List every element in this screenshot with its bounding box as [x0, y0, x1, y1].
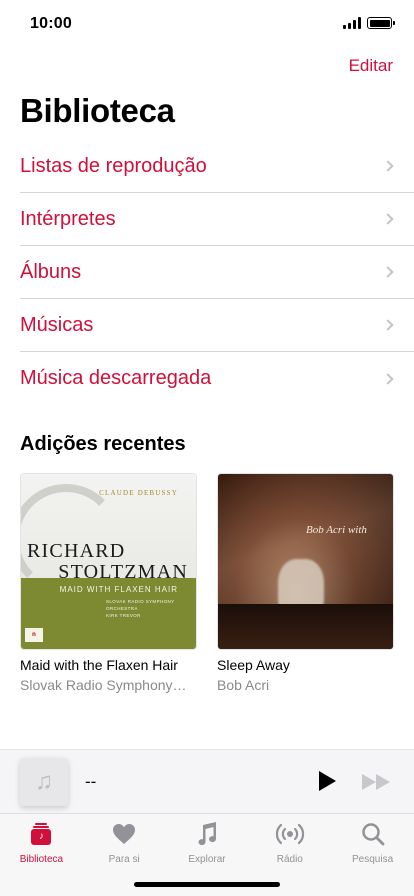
- label-logo: n: [25, 628, 43, 642]
- chevron-right-icon: [382, 213, 394, 225]
- section-title-recent: Adições recentes: [20, 433, 186, 455]
- chevron-right-icon: [382, 372, 394, 385]
- tab-label: Explorar: [188, 854, 226, 865]
- library-list: Listas de reprodução Intérpretes Álbuns …: [20, 140, 414, 405]
- library-item-playlists[interactable]: Listas de reprodução: [20, 140, 414, 193]
- cover-credits: SLOVAK RADIO SYMPHONY ORCHESTRA KIRK TRE…: [106, 598, 196, 619]
- album-card[interactable]: CLAUDE DEBUSSY RICHARD STOLTZMAN MAID WI…: [20, 473, 198, 693]
- album-card[interactable]: Bob Acri with Sleep Away Bob Acri: [217, 473, 395, 693]
- library-item-label: Intérpretes: [20, 207, 116, 230]
- library-item-songs[interactable]: Músicas: [20, 299, 414, 352]
- status-time: 10:00: [30, 15, 72, 32]
- music-note-icon: ♫: [20, 758, 68, 806]
- album-artist: Bob Acri: [217, 677, 270, 693]
- status-bar: 10:00: [0, 0, 414, 48]
- cover-composer: CLAUDE DEBUSSY: [99, 489, 178, 497]
- library-item-label: Música descarregada: [20, 367, 212, 389]
- mini-player[interactable]: ♫ --: [0, 749, 414, 813]
- page-title: Biblioteca: [20, 92, 175, 129]
- tab-label: Pesquisa: [352, 854, 394, 865]
- library-item-artists[interactable]: Intérpretes: [20, 193, 414, 246]
- cover-artist-first: RICHARD: [27, 540, 126, 562]
- heart-icon: [112, 821, 136, 847]
- tab-label: Para si: [108, 854, 140, 865]
- tab-search[interactable]: Pesquisa: [331, 814, 414, 896]
- cover-artist-last: STOLTZMAN: [58, 561, 188, 583]
- music-note-icon: [196, 821, 218, 847]
- chevron-right-icon: [382, 266, 394, 278]
- library-item-label: Listas de reprodução: [20, 154, 207, 177]
- library-item-label: Álbuns: [20, 260, 82, 283]
- play-button[interactable]: [319, 771, 336, 791]
- chevron-right-icon: [382, 319, 394, 331]
- radio-icon: [275, 821, 305, 847]
- cover-subtitle: MAID WITH FLAXEN HAIR: [59, 585, 178, 594]
- tab-library[interactable]: ♪ Biblioteca: [0, 814, 83, 896]
- home-indicator[interactable]: [134, 882, 280, 887]
- now-playing-title: --: [85, 772, 97, 791]
- chevron-right-icon: [382, 160, 394, 172]
- cover-conductor: KIRK TREVOR: [106, 613, 141, 618]
- tab-label: Biblioteca: [19, 854, 64, 865]
- search-icon: [361, 821, 385, 847]
- fast-forward-button[interactable]: [362, 774, 394, 790]
- tab-label: Rádio: [276, 854, 303, 865]
- library-icon: ♪: [31, 821, 52, 847]
- library-item-albums[interactable]: Álbuns: [20, 246, 414, 299]
- piano-image: [218, 604, 393, 649]
- cover-title: Bob Acri with: [306, 524, 367, 536]
- cover-orchestra: SLOVAK RADIO SYMPHONY ORCHESTRA: [106, 599, 175, 611]
- album-artist: Slovak Radio Symphony…: [20, 677, 187, 693]
- album-title: Maid with the Flaxen Hair: [20, 657, 178, 673]
- album-title: Sleep Away: [217, 657, 290, 673]
- edit-button[interactable]: Editar: [349, 56, 393, 76]
- library-item-label: Músicas: [20, 313, 94, 336]
- status-icons: [343, 17, 395, 29]
- album-cover: CLAUDE DEBUSSY RICHARD STOLTZMAN MAID WI…: [20, 473, 197, 650]
- library-item-downloaded[interactable]: Música descarregada: [20, 352, 414, 405]
- signal-icon: [343, 17, 361, 29]
- battery-icon: [367, 17, 395, 29]
- album-cover: Bob Acri with: [217, 473, 394, 650]
